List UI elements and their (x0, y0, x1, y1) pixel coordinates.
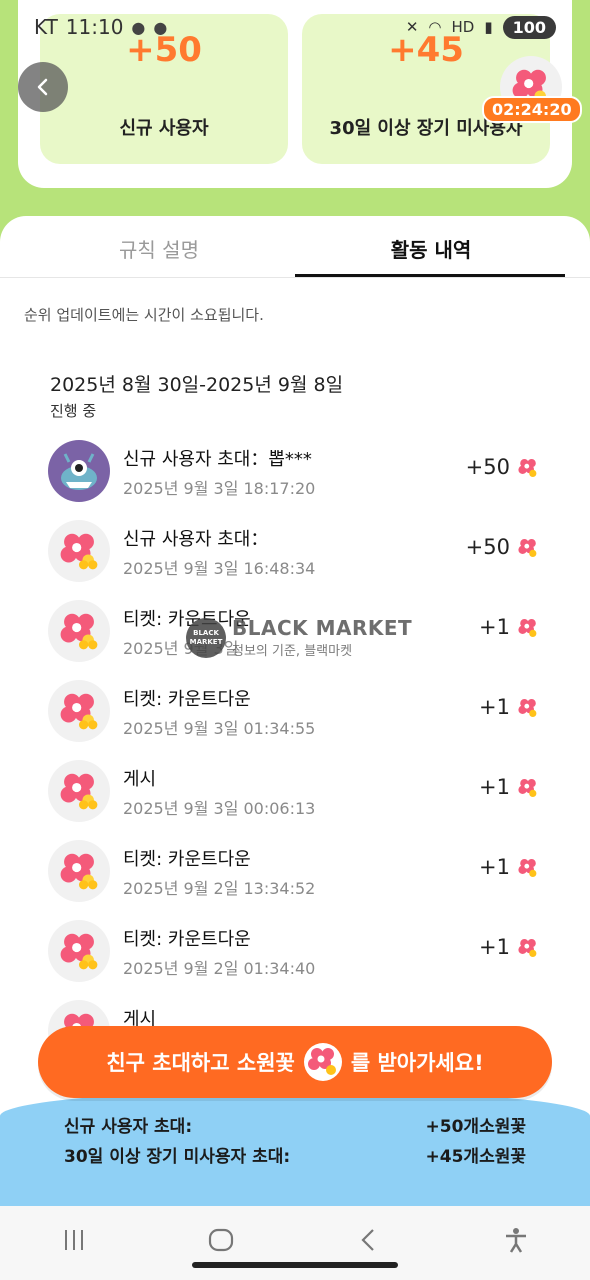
accessibility-icon (506, 1227, 527, 1253)
cta-text-after: 를 받아가세요! (350, 1051, 484, 1075)
avatar (48, 520, 110, 582)
system-nav-bar (0, 1206, 590, 1280)
monster-avatar-icon (61, 453, 97, 490)
back-button[interactable] (18, 62, 68, 112)
list-item: 신규 사용자 초대：뽑*** 2025년 9월 3일 18:17:20 +50 (0, 438, 590, 518)
activity-title: 신규 사용자 초대：뽑*** (123, 449, 312, 470)
status-bar: KT 11:10 ● ● ✕ ◠ HD ▮ 100 (0, 0, 590, 54)
list-item: 티켓: 카운트다운 2025년 9월 3일 01:34:55 +1 (0, 678, 590, 758)
clock: 11:10 (65, 15, 124, 39)
tab-rules[interactable]: 규칙 설명 (24, 234, 294, 263)
activity-time: 2025년 9월 3일 16:48:34 (123, 559, 316, 578)
avatar (48, 760, 110, 822)
watermark-text: BLACK MARKET 정보의 기준, 블랙마켓 (232, 616, 412, 659)
chevron-left-icon (37, 78, 48, 96)
back-nav-button[interactable] (339, 1226, 399, 1261)
activity-time: 2025년 9월 2일 01:34:40 (123, 959, 316, 978)
recents-icon (64, 1229, 83, 1250)
recents-button[interactable] (44, 1226, 104, 1261)
activity-time: 2025년 9월 3일 18:17:20 (123, 479, 316, 498)
info-row: 신규 사용자 초대: +50개소원꽃 (64, 1112, 526, 1137)
avatar (48, 680, 110, 742)
activity-time: 2025년 9월 2일 13:34:52 (123, 879, 316, 898)
home-icon (209, 1228, 234, 1251)
active-tab-indicator (295, 274, 565, 277)
watermark-logo: BLACK MARKET (186, 617, 226, 658)
home-button[interactable] (191, 1225, 251, 1262)
activity-points: +1 (479, 775, 510, 799)
wish-flower-icon (60, 693, 98, 730)
tab-bar: 규칙 설명 활동 내역 (0, 216, 590, 278)
list-item: 게시 2025년 9월 3일 00:06:13 +1 (0, 758, 590, 838)
gesture-handle (192, 1262, 398, 1268)
info-label: 30일 이상 장기 미사용자 초대: (64, 1147, 291, 1167)
battery-indicator: 100 (502, 15, 556, 39)
wish-flower-icon (60, 933, 98, 970)
activity-title: 신규 사용자 초대： (123, 529, 269, 550)
tab-activity-history[interactable]: 활동 내역 (296, 234, 566, 263)
wish-flower-icon (60, 773, 98, 810)
activity-title: 티켓: 카운트다운 (123, 689, 251, 710)
reward-label: 신규 사용자 (119, 118, 209, 139)
activity-time: 2025년 9월 3일 00:06:13 (123, 799, 316, 818)
activity-title: 티켓: 카운트다운 (123, 929, 251, 950)
countdown-timer-badge: 02:24:20 (482, 96, 582, 123)
update-notice: 순위 업데이트에는 시간이 소요됩니다. (24, 306, 264, 324)
wish-flower-icon (518, 539, 537, 557)
activity-points: +1 (479, 615, 510, 639)
wish-flower-icon (518, 459, 537, 477)
wish-flower-icon (518, 619, 537, 637)
status-right: ✕ ◠ HD ▮ 100 (405, 15, 556, 39)
wish-flower-icon (518, 859, 537, 877)
accessibility-button[interactable] (486, 1226, 546, 1261)
notification-icon: ● (153, 17, 168, 37)
avatar (48, 840, 110, 902)
mute-icon: ✕ (405, 18, 419, 36)
avatar (48, 440, 110, 502)
carrier-label: KT (34, 15, 58, 39)
hd-badge: HD (451, 18, 475, 36)
avatar (48, 920, 110, 982)
talk-notification-icon: ● (131, 17, 146, 37)
wish-flower-icon (518, 939, 537, 957)
info-value: +45개소원꽃 (425, 1147, 526, 1167)
activity-list: 신규 사용자 초대：뽑*** 2025년 9월 3일 18:17:20 +50 … (0, 438, 590, 1078)
signal-icon: ▮ (484, 18, 493, 36)
invite-friends-button[interactable]: 친구 초대하고 소원꽃 를 받아가세요! (38, 1026, 552, 1098)
cta-text-before: 친구 초대하고 소원꽃 (106, 1051, 295, 1075)
avatar (48, 600, 110, 662)
list-item: 티켓: 카운트다운 2025년 9월 2일 13:34:52 +1 (0, 838, 590, 918)
activity-time: 2025년 9월 3일 01:34:55 (123, 719, 316, 738)
info-label: 신규 사용자 초대: (64, 1117, 193, 1137)
event-period: 2025년 8월 30일-2025년 9월 8일 (50, 374, 344, 396)
wifi-icon: ◠ (428, 18, 442, 36)
list-item: 신규 사용자 초대： 2025년 9월 3일 16:48:34 +50 (0, 518, 590, 598)
watermark-title: BLACK MARKET (232, 616, 413, 640)
activity-title: 티켓: 카운트다운 (123, 849, 251, 870)
wish-flower-icon (60, 853, 98, 890)
event-status: 진행 중 (50, 402, 97, 420)
info-row: 30일 이상 장기 미사용자 초대: +45개소원꽃 (64, 1142, 526, 1167)
wish-flower-icon (518, 699, 537, 717)
list-item: 티켓: 카운트다운 2025년 9월 2일 01:34:40 +1 (0, 918, 590, 998)
watermark-subtitle: 정보의 기준, 블랙마켓 (232, 644, 353, 659)
wish-flower-icon (518, 779, 537, 797)
wish-flower-icon (60, 533, 98, 570)
wish-flower-icon (60, 613, 98, 650)
activity-points: +50 (465, 455, 510, 479)
activity-points: +1 (479, 695, 510, 719)
wish-flower-icon (303, 1043, 342, 1081)
info-value: +50개소원꽃 (425, 1117, 526, 1137)
activity-points: +50 (465, 535, 510, 559)
activity-title: 게시 (123, 769, 157, 790)
activity-points: +1 (479, 935, 510, 959)
back-icon (361, 1228, 374, 1251)
invite-reward-info: 신규 사용자 초대: +50개소원꽃 30일 이상 장기 미사용자 초대: +4… (0, 1090, 590, 1206)
watermark: BLACK MARKET BLACK MARKET 정보의 기준, 블랙마켓 (186, 616, 412, 659)
activity-points: +1 (479, 855, 510, 879)
status-left: KT 11:10 ● ● (34, 15, 167, 39)
